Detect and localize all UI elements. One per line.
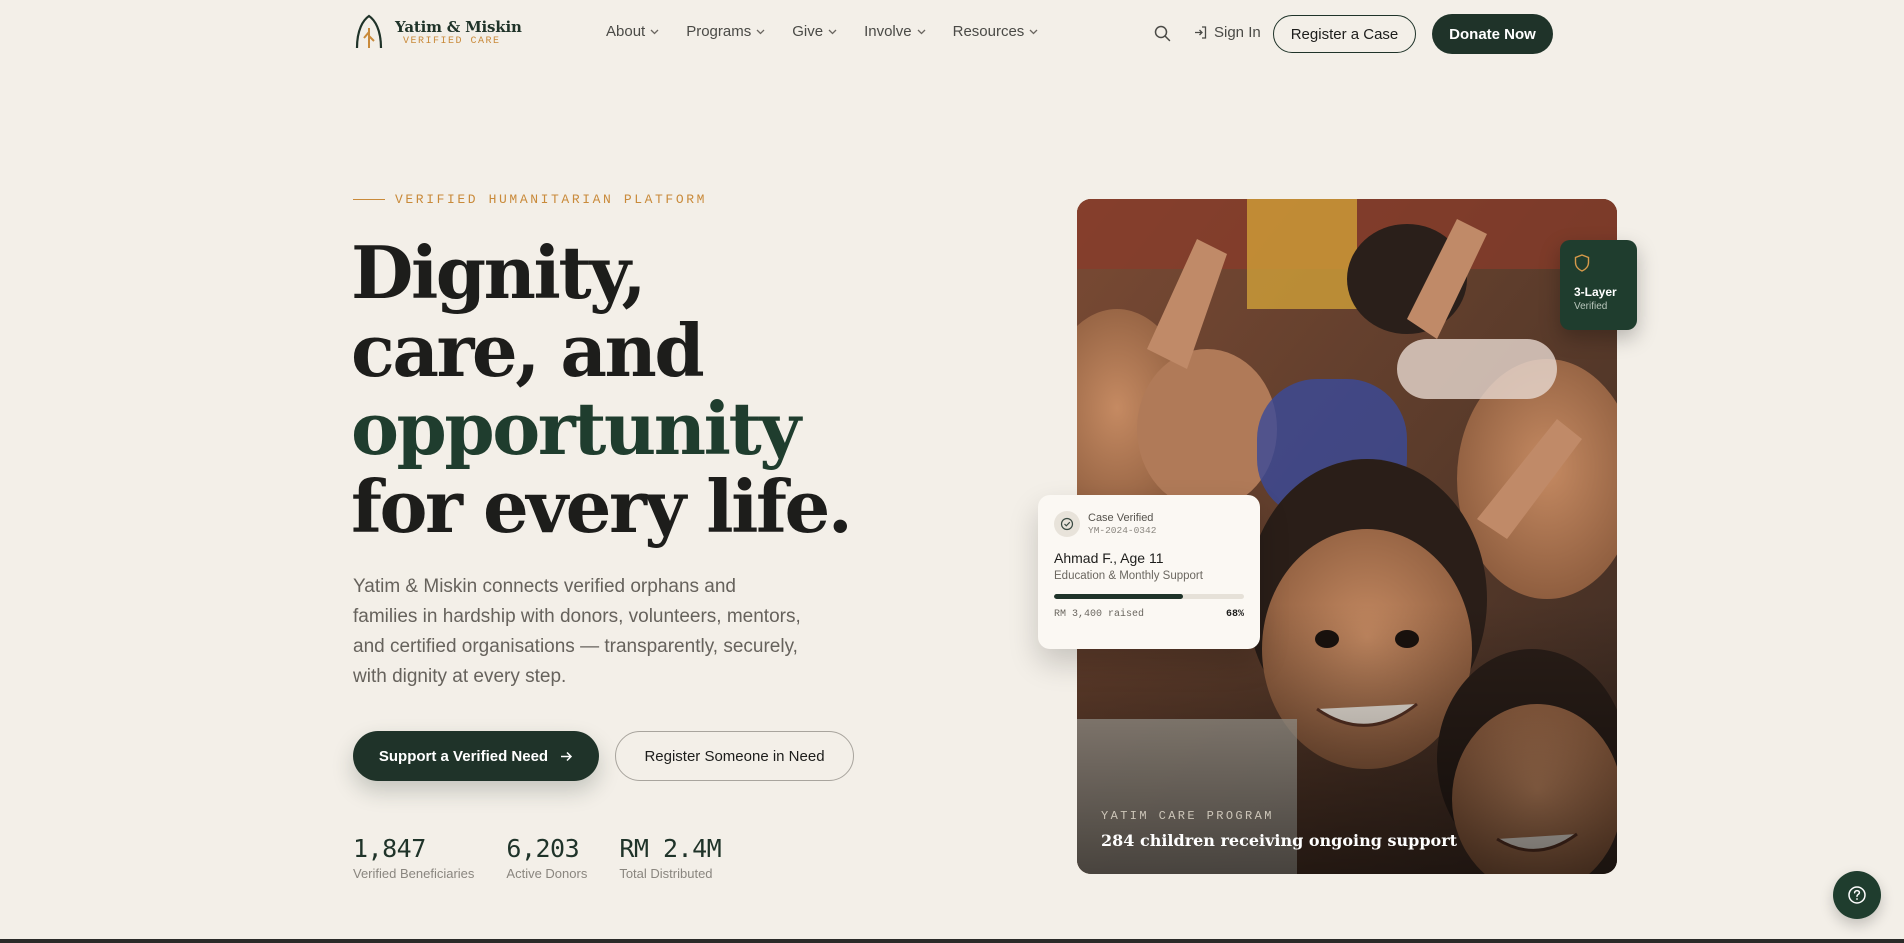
photo-kicker: YATIM CARE PROGRAM [1101, 809, 1274, 823]
headline-line-2: care, and [351, 308, 705, 393]
search-icon[interactable] [1154, 25, 1171, 42]
stat-beneficiaries: 1,847 Verified Beneficiaries [353, 833, 474, 882]
case-footer: RM 3,400 raised 68% [1054, 609, 1244, 620]
menu-item-label: Programs [686, 23, 752, 40]
menu-item-label: Give [792, 23, 824, 40]
hero-headline: Dignity, care, and opportunity for every… [351, 230, 853, 549]
help-button[interactable] [1833, 871, 1881, 919]
case-id: YM-2024-0342 [1088, 524, 1157, 536]
menu-item-programs[interactable]: Programs [686, 23, 765, 40]
brand-name: Yatim & Miskin [395, 18, 522, 36]
brand-logo[interactable]: Yatim & Miskin VERIFIED CARE [353, 14, 522, 52]
register-case-button[interactable]: Register a Case [1273, 15, 1416, 53]
logo-tree-icon [355, 14, 383, 49]
menu-item-involve[interactable]: Involve [864, 23, 926, 40]
brand-tagline: VERIFIED CARE [403, 36, 501, 47]
stat-label: Verified Beneficiaries [353, 866, 475, 881]
support-button-label: Support a Verified Need [378, 747, 549, 765]
chevron-down-icon [756, 29, 765, 34]
chevron-down-icon [1029, 29, 1038, 34]
case-card[interactable]: Case Verified YM-2024-0342 Ahmad F., Age… [1038, 495, 1260, 649]
verified-badge: 3-Layer Verified [1560, 240, 1637, 330]
badge-subtitle: Verified [1574, 301, 1608, 312]
case-name: Ahmad F., Age 11 [1054, 550, 1164, 566]
stat-donors: 6,203 Active Donors [506, 833, 587, 882]
eyebrow-text: VERIFIED HUMANITARIAN PLATFORM [395, 192, 708, 207]
stat-value: 1,847 [353, 834, 426, 863]
case-program: Education & Monthly Support [1054, 570, 1203, 582]
headline-line-1: Dignity, [351, 230, 647, 315]
hero-lead: Yatim & Miskin connects verified orphans… [353, 576, 801, 687]
case-percent: 68% [1225, 609, 1244, 620]
case-progress-fill [1054, 594, 1184, 599]
menu-item-label: Resources [952, 23, 1025, 40]
main-menu: About Programs Give Involve Resources [606, 23, 1065, 40]
page-bottom-border [0, 939, 1904, 943]
sign-in-icon [1195, 26, 1207, 39]
top-nav: Yatim & Miskin VERIFIED CARE About Progr… [0, 0, 1904, 68]
help-icon [1848, 886, 1866, 904]
stat-label: Total Distributed [619, 866, 713, 881]
menu-item-about[interactable]: About [606, 23, 659, 40]
shield-icon [1574, 254, 1590, 272]
check-circle-icon [1054, 511, 1080, 537]
stat-value: 6,203 [506, 834, 580, 863]
chevron-down-icon [650, 29, 659, 34]
sign-in-label: Sign In [1214, 24, 1261, 41]
menu-item-resources[interactable]: Resources [953, 23, 1039, 40]
arrow-right-icon [561, 751, 573, 761]
donate-now-button[interactable]: Donate Now [1432, 14, 1553, 54]
sign-in-link[interactable]: Sign In [1193, 24, 1261, 41]
hero-eyebrow: VERIFIED HUMANITARIAN PLATFORM [353, 192, 707, 207]
menu-item-label: About [606, 23, 646, 40]
support-verified-need-button[interactable]: Support a Verified Need [353, 731, 599, 781]
menu-item-label: Involve [864, 23, 912, 40]
register-someone-button[interactable]: Register Someone in Need [615, 731, 854, 781]
stat-value: RM 2.4M [619, 834, 722, 863]
chevron-down-icon [917, 29, 926, 34]
case-raised: RM 3,400 raised [1054, 609, 1145, 620]
case-status: Case Verified [1088, 511, 1154, 524]
menu-item-give[interactable]: Give [792, 23, 837, 40]
photo-title: 284 children receiving ongoing support [1101, 831, 1458, 850]
headline-line-4: for every life. [351, 464, 853, 549]
chevron-down-icon [828, 29, 837, 34]
stat-distributed: RM 2.4M Total Distributed [619, 833, 721, 882]
case-progress-bar [1054, 594, 1244, 599]
headline-line-3: opportunity [351, 386, 801, 471]
case-header: Case Verified YM-2024-0342 [1054, 511, 1244, 537]
photo-caption: YATIM CARE PROGRAM 284 children receivin… [1101, 809, 1457, 850]
stat-label: Active Donors [506, 866, 588, 881]
hero-stats: 1,847 Verified Beneficiaries 6,203 Activ… [353, 833, 753, 882]
badge-title: 3-Layer [1574, 285, 1617, 299]
eyebrow-divider [353, 198, 385, 201]
